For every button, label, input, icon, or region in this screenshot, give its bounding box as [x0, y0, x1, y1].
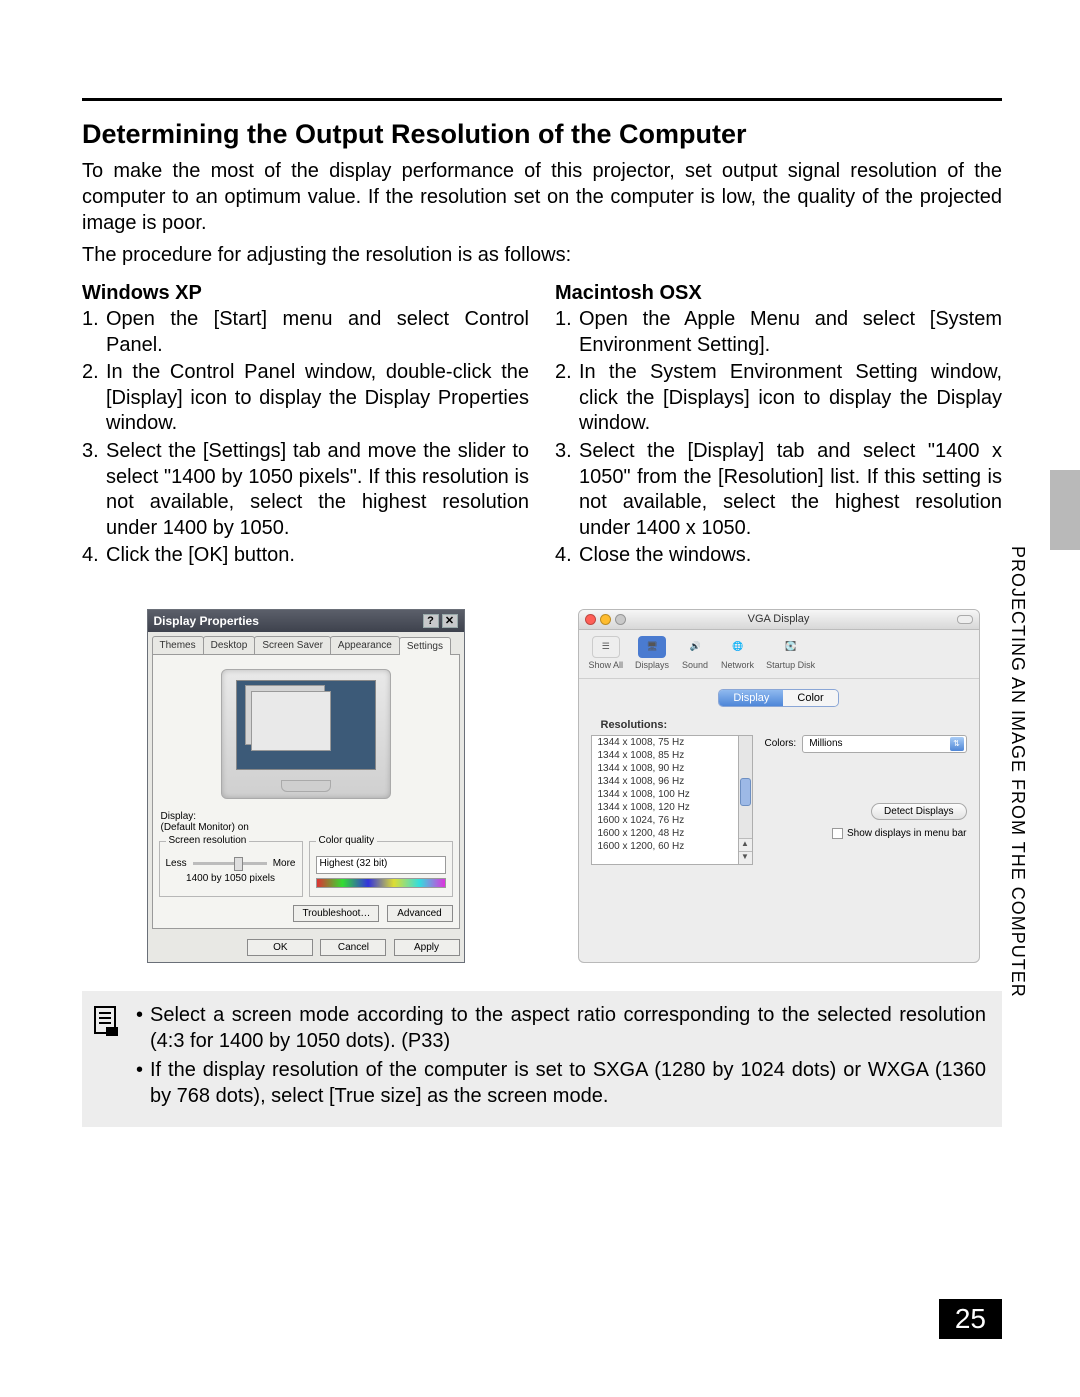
apply-button[interactable]: Apply: [394, 939, 460, 956]
minimize-icon[interactable]: [600, 614, 611, 625]
close-icon[interactable]: ✕: [442, 614, 458, 628]
list-item[interactable]: 1344 x 1008, 90 Hz: [592, 762, 738, 775]
troubleshoot-button[interactable]: Troubleshoot…: [293, 905, 379, 922]
intro-paragraph: To make the most of the display performa…: [82, 158, 1002, 236]
colors-select[interactable]: Millions ⇅: [802, 735, 966, 753]
group-color-quality: Color quality Highest (32 bit): [309, 841, 453, 897]
slider-less: Less: [166, 858, 187, 869]
list-item: Open the Apple Menu and select [System E…: [555, 307, 1002, 358]
group-screen-resolution: Screen resolution Less More 1400 by 1050…: [159, 841, 303, 897]
list-item: Select the [Settings] tab and move the s…: [82, 439, 529, 541]
page-heading: Determining the Output Resolution of the…: [82, 119, 1002, 150]
mac-steps: Open the Apple Menu and select [System E…: [555, 307, 1002, 569]
resolution-text: 1400 by 1050 pixels: [166, 873, 296, 884]
list-item: Close the windows.: [555, 543, 1002, 569]
resolution-list[interactable]: 1344 x 1008, 75 Hz 1344 x 1008, 85 Hz 13…: [591, 735, 739, 865]
column-mac: Macintosh OSX Open the Apple Menu and se…: [555, 282, 1002, 571]
note-item: Select a screen mode according to the as…: [136, 1003, 986, 1054]
xp-tabs: Themes Desktop Screen Saver Appearance S…: [148, 632, 464, 654]
windows-steps: Open the [Start] menu and select Control…: [82, 307, 529, 569]
mac-toolbar: ☰Show All 🖥Displays 🔊Sound 🌐Network 💽Sta…: [579, 630, 979, 679]
toolbar-label: Sound: [682, 660, 708, 670]
toolbar-label: Show All: [589, 660, 624, 670]
scrollbar[interactable]: ▲ ▼: [739, 735, 753, 865]
monitor-preview: [221, 669, 391, 799]
toolbar-showall[interactable]: ☰Show All: [589, 636, 624, 670]
segmented-control: Display Color: [718, 689, 838, 707]
mac-titlebar: VGA Display: [579, 610, 979, 630]
side-section-label: PROJECTING AN IMAGE FROM THE COMPUTER: [1007, 546, 1028, 998]
tab-appearance[interactable]: Appearance: [330, 636, 400, 654]
ok-button[interactable]: OK: [247, 939, 313, 956]
xp-title-text: Display Properties: [154, 614, 259, 628]
display-value: (Default Monitor) on: [161, 822, 249, 833]
xp-titlebar: Display Properties ? ✕: [148, 610, 464, 632]
menubar-label: Show displays in menu bar: [847, 828, 967, 839]
color-bar: [316, 878, 446, 888]
menubar-checkbox[interactable]: [832, 828, 843, 839]
toolbar-network[interactable]: 🌐Network: [721, 636, 754, 670]
toolbar-toggle-icon[interactable]: [957, 615, 973, 624]
two-columns: Windows XP Open the [Start] menu and sel…: [82, 282, 1002, 571]
zoom-icon[interactable]: [615, 614, 626, 625]
figure-row: Display Properties ? ✕ Themes Desktop Sc…: [82, 609, 1002, 963]
list-item: In the Control Panel window, double-clic…: [82, 360, 529, 437]
color-quality-select[interactable]: Highest (32 bit): [316, 856, 446, 874]
toolbar-displays[interactable]: 🖥Displays: [635, 636, 669, 670]
list-item[interactable]: 1600 x 1024, 76 Hz: [592, 814, 738, 827]
list-item: Open the [Start] menu and select Control…: [82, 307, 529, 358]
toolbar-label: Network: [721, 660, 754, 670]
list-item[interactable]: 1344 x 1008, 96 Hz: [592, 775, 738, 788]
resolutions-label: Resolutions:: [601, 719, 967, 731]
tab-desktop[interactable]: Desktop: [203, 636, 256, 654]
slider-more: More: [273, 858, 296, 869]
cancel-button[interactable]: Cancel: [320, 939, 386, 956]
page-number: 25: [939, 1299, 1002, 1339]
display-label: Display:: [161, 811, 197, 822]
list-item: In the System Environment Setting window…: [555, 360, 1002, 437]
note-item: If the display resolution of the compute…: [136, 1058, 986, 1109]
xp-dialog: Display Properties ? ✕ Themes Desktop Sc…: [147, 609, 465, 963]
procedure-line: The procedure for adjusting the resoluti…: [82, 242, 1002, 268]
help-icon[interactable]: ?: [423, 614, 439, 628]
chevron-updown-icon: ⇅: [950, 737, 964, 751]
detect-displays-button[interactable]: Detect Displays: [871, 803, 966, 820]
mac-heading: Macintosh OSX: [555, 282, 1002, 305]
group-label: Color quality: [316, 835, 378, 846]
list-item: Click the [OK] button.: [82, 543, 529, 569]
tab-screensaver[interactable]: Screen Saver: [254, 636, 331, 654]
group-label: Screen resolution: [166, 835, 250, 846]
list-item[interactable]: 1344 x 1008, 100 Hz: [592, 788, 738, 801]
toolbar-sound[interactable]: 🔊Sound: [681, 636, 709, 670]
list-item[interactable]: 1600 x 1200, 60 Hz: [592, 840, 738, 853]
segment-display[interactable]: Display: [719, 690, 783, 706]
column-windows: Windows XP Open the [Start] menu and sel…: [82, 282, 529, 571]
list-item[interactable]: 1344 x 1008, 120 Hz: [592, 801, 738, 814]
note-block: Select a screen mode according to the as…: [82, 991, 1002, 1127]
top-rule: [82, 98, 1002, 101]
toolbar-label: Startup Disk: [766, 660, 815, 670]
segment-color[interactable]: Color: [783, 690, 837, 706]
list-item[interactable]: 1344 x 1008, 85 Hz: [592, 749, 738, 762]
list-item[interactable]: 1344 x 1008, 75 Hz: [592, 736, 738, 749]
tab-themes[interactable]: Themes: [152, 636, 204, 654]
resolution-slider[interactable]: [193, 862, 267, 865]
toolbar-startup[interactable]: 💽Startup Disk: [766, 636, 815, 670]
tab-settings[interactable]: Settings: [399, 637, 451, 655]
colors-value: Millions: [809, 738, 842, 749]
toolbar-label: Displays: [635, 660, 669, 670]
list-item: Select the [Display] tab and select "140…: [555, 439, 1002, 541]
list-item[interactable]: 1600 x 1200, 48 Hz: [592, 827, 738, 840]
close-icon[interactable]: [585, 614, 596, 625]
note-icon: [92, 1003, 122, 1113]
mac-title-text: VGA Display: [748, 613, 810, 625]
side-tab: [1050, 470, 1080, 550]
windows-heading: Windows XP: [82, 282, 529, 305]
mac-dialog: VGA Display ☰Show All 🖥Displays 🔊Sound 🌐…: [578, 609, 980, 963]
advanced-button[interactable]: Advanced: [387, 905, 453, 922]
colors-label: Colors:: [765, 738, 797, 749]
